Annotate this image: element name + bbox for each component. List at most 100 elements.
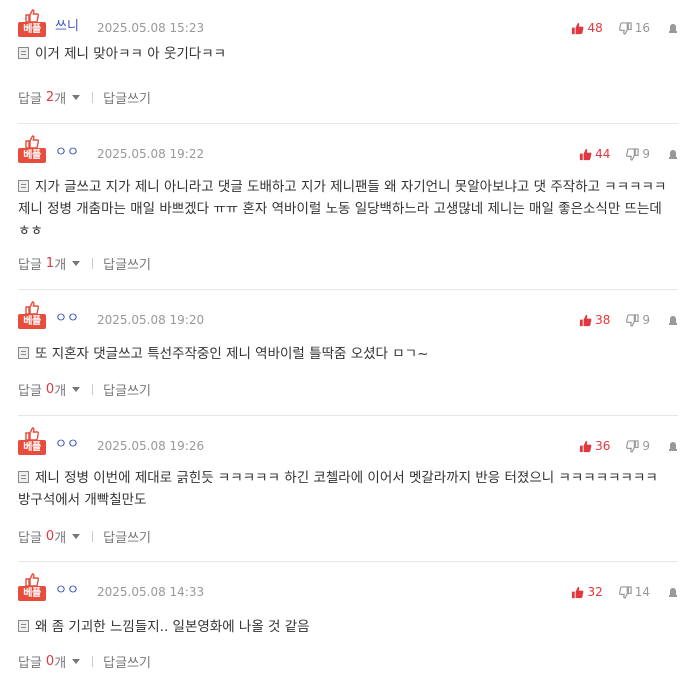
- downvote-button[interactable]: 9: [626, 313, 650, 327]
- vote-controls: 36 9: [579, 438, 678, 454]
- report-icon[interactable]: [668, 587, 678, 598]
- best-tag: 베플: [18, 440, 46, 455]
- author-nickname[interactable]: ㅇㅇ: [55, 583, 79, 599]
- report-icon[interactable]: [668, 23, 678, 34]
- reply-count: 0: [45, 528, 55, 544]
- comment-body: 또 지혼자 댓글쓰고 특선주작중인 제니 역바이럴 틀딱줌 오셨다 ㅁㄱ~: [18, 343, 668, 365]
- comment-footer: 답글 1개 답글쓰기: [18, 254, 151, 273]
- author-nickname[interactable]: 쓰니: [55, 19, 79, 35]
- comment-header: 베플 ㅇㅇ 2025.05.08 19:26 36 9: [18, 426, 678, 456]
- comment-divider: [18, 415, 678, 416]
- comment-date: 2025.05.08 19:22: [97, 147, 205, 161]
- author-nickname[interactable]: ㅇㅇ: [55, 145, 79, 161]
- reply-toggle[interactable]: 답글 0개: [18, 380, 81, 399]
- footer-divider: [92, 655, 94, 667]
- reply-toggle[interactable]: 답글 0개: [18, 527, 81, 546]
- reply-unit: 개: [54, 530, 67, 546]
- thumbs-up-icon: [579, 148, 595, 161]
- comment-text: 제니 정병 이번에 제대로 긁힌듯 ㅋㅋㅋㅋㅋ 하긴 코첼라에 이어서 멧갈라까…: [18, 470, 658, 508]
- chevron-down-icon: [72, 533, 81, 539]
- best-tag: 베플: [18, 314, 46, 329]
- comment-footer: 답글 0개 답글쓰기: [18, 652, 151, 671]
- thumbs-up-icon: [25, 8, 40, 23]
- comment-header: 베플 ㅇㅇ 2025.05.08 14:33 32 14: [18, 572, 678, 602]
- comment-divider: [18, 561, 678, 562]
- comment-footer: 답글 2개 답글쓰기: [18, 88, 151, 107]
- downvote-count: 14: [634, 585, 650, 599]
- comment-divider: [18, 289, 678, 290]
- comment-text: 왜 좀 기괴한 느낌들지.. 일본영화에 나올 것 같음: [35, 619, 310, 635]
- footer-divider: [92, 91, 94, 103]
- reply-toggle[interactable]: 답글 2개: [18, 88, 81, 107]
- upvote-button[interactable]: 48: [571, 21, 603, 35]
- footer-divider: [92, 257, 94, 269]
- vote-controls: 38 9: [579, 312, 678, 328]
- best-badge: 베플: [18, 134, 46, 164]
- document-icon: [18, 620, 29, 632]
- best-tag: 베플: [18, 586, 46, 601]
- downvote-count: 9: [642, 147, 650, 161]
- comment-body: 제니 정병 이번에 제대로 긁힌듯 ㅋㅋㅋㅋㅋ 하긴 코첼라에 이어서 멧갈라까…: [18, 467, 668, 511]
- vote-controls: 48 16: [571, 20, 678, 36]
- comment-header: 베플 ㅇㅇ 2025.05.08 19:22 44 9: [18, 134, 678, 164]
- reply-unit: 개: [54, 655, 67, 671]
- reply-toggle[interactable]: 답글 1개: [18, 254, 81, 273]
- reply-count: 0: [45, 653, 55, 669]
- thumbs-up-icon: [579, 314, 595, 327]
- document-icon: [18, 471, 29, 483]
- report-icon[interactable]: [668, 315, 678, 326]
- reply-label: 답글: [18, 655, 42, 671]
- vote-controls: 44 9: [579, 146, 678, 162]
- best-tag: 베플: [18, 148, 46, 163]
- comment-text: 이거 제니 맞아ㅋㅋ 아 웃기다ㅋㅋ: [35, 46, 227, 62]
- reply-unit: 개: [54, 383, 67, 399]
- reply-count: 0: [45, 381, 55, 397]
- downvote-button[interactable]: 14: [618, 585, 650, 599]
- downvote-button[interactable]: 16: [618, 21, 650, 35]
- upvote-count: 36: [595, 439, 611, 453]
- write-reply-button[interactable]: 답글쓰기: [103, 88, 151, 107]
- thumbs-down-icon: [618, 21, 635, 35]
- document-icon: [18, 347, 29, 359]
- comment-footer: 답글 0개 답글쓰기: [18, 380, 151, 399]
- thumbs-up-icon: [571, 22, 587, 35]
- author-nickname[interactable]: ㅇㅇ: [55, 311, 79, 327]
- comment-divider: [18, 123, 678, 124]
- author-nickname[interactable]: ㅇㅇ: [55, 437, 79, 453]
- write-reply-button[interactable]: 답글쓰기: [103, 254, 151, 273]
- upvote-count: 48: [587, 21, 603, 35]
- downvote-button[interactable]: 9: [626, 147, 650, 161]
- document-icon: [18, 180, 29, 192]
- report-icon[interactable]: [668, 149, 678, 160]
- report-icon[interactable]: [668, 441, 678, 452]
- comment-date: 2025.05.08 19:26: [97, 439, 205, 453]
- reply-unit: 개: [54, 257, 67, 273]
- write-reply-button[interactable]: 답글쓰기: [103, 527, 151, 546]
- downvote-button[interactable]: 9: [626, 439, 650, 453]
- thumbs-down-icon: [626, 313, 642, 327]
- upvote-button[interactable]: 32: [571, 585, 603, 599]
- upvote-button[interactable]: 44: [579, 147, 610, 161]
- best-badge: 베플: [18, 8, 46, 38]
- comment-body: 왜 좀 기괴한 느낌들지.. 일본영화에 나올 것 같음: [18, 616, 668, 638]
- document-icon: [18, 47, 29, 59]
- comment-date: 2025.05.08 19:20: [97, 313, 205, 327]
- reply-label: 답글: [18, 257, 42, 273]
- reply-label: 답글: [18, 383, 42, 399]
- upvote-button[interactable]: 38: [579, 313, 610, 327]
- chevron-down-icon: [72, 94, 81, 100]
- reply-toggle[interactable]: 답글 0개: [18, 652, 81, 671]
- thumbs-up-icon: [25, 572, 40, 587]
- best-badge: 베플: [18, 572, 46, 602]
- thumbs-down-icon: [618, 585, 635, 599]
- chevron-down-icon: [72, 260, 81, 266]
- downvote-count: 9: [642, 439, 650, 453]
- write-reply-button[interactable]: 답글쓰기: [103, 652, 151, 671]
- downvote-count: 9: [642, 313, 650, 327]
- vote-controls: 32 14: [571, 584, 678, 600]
- upvote-count: 44: [595, 147, 611, 161]
- write-reply-button[interactable]: 답글쓰기: [103, 380, 151, 399]
- comment-text: 또 지혼자 댓글쓰고 특선주작중인 제니 역바이럴 틀딱줌 오셨다 ㅁㄱ~: [35, 346, 429, 362]
- upvote-button[interactable]: 36: [579, 439, 610, 453]
- comment-header: 베플 ㅇㅇ 2025.05.08 19:20 38 9: [18, 300, 678, 330]
